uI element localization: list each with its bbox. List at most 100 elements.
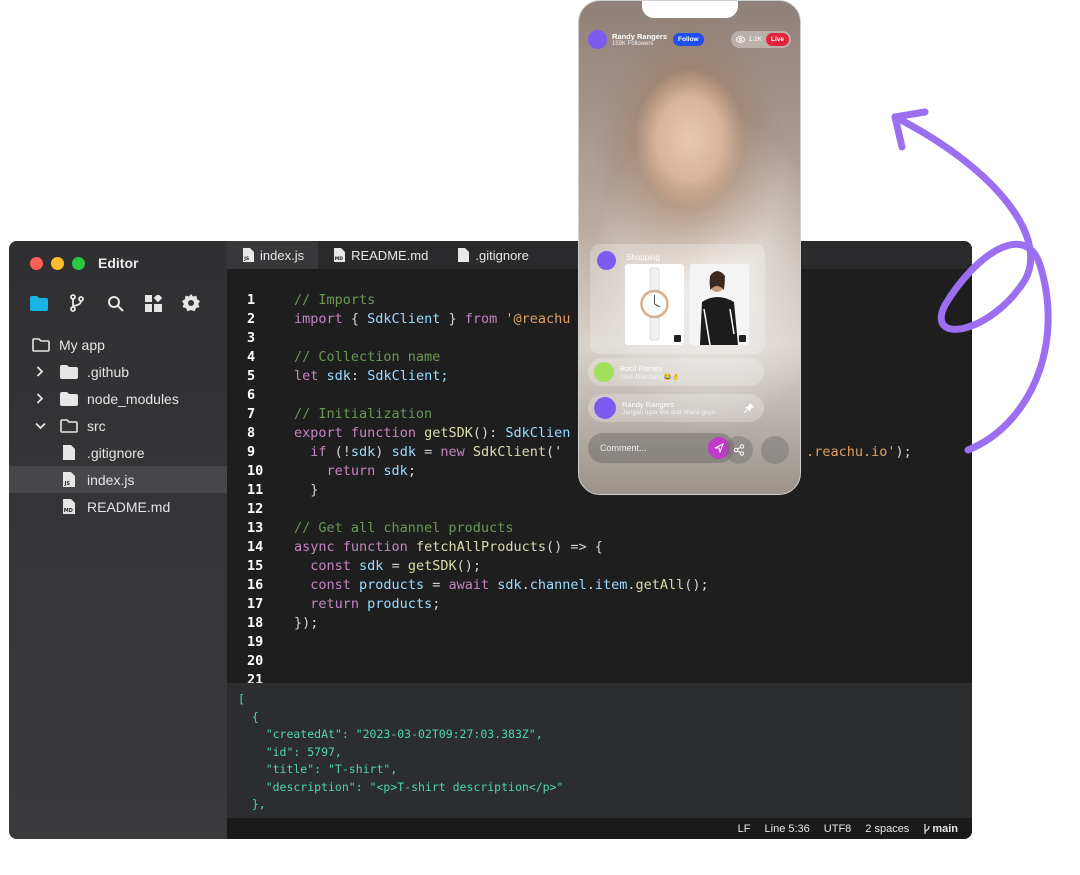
- sidebar: Editor My app .github node_modules src .giti…: [9, 241, 227, 839]
- extensions-icon[interactable]: [143, 293, 163, 313]
- git-branch-icon: [924, 823, 930, 834]
- code-token: products: [367, 596, 433, 612]
- code-text: });: [294, 614, 318, 633]
- code-token: const: [294, 558, 351, 574]
- search-icon[interactable]: [105, 293, 125, 313]
- tree-item-label: index.js: [87, 471, 135, 488]
- code-token: }: [440, 311, 465, 327]
- code-text: }: [294, 481, 318, 500]
- tab-gitignore[interactable]: .gitignore: [442, 241, 542, 269]
- line-number: 2: [247, 311, 256, 327]
- code-token: channel: [529, 577, 587, 593]
- status-position[interactable]: Line 5:36: [765, 823, 810, 835]
- code-token: function: [342, 539, 408, 555]
- line-number: 13: [247, 520, 264, 536]
- svg-text:JS: JS: [243, 256, 249, 262]
- output-line: [: [238, 692, 245, 706]
- tree-item-label: .github: [87, 363, 130, 380]
- git-branch-icon[interactable]: [67, 293, 87, 313]
- host-info: Randy Rangers 159K Followers: [612, 32, 667, 47]
- tab-readme-md[interactable]: MD README.md: [318, 241, 442, 269]
- tree-item-my-app[interactable]: My app: [9, 331, 227, 358]
- code-token: export: [294, 425, 343, 441]
- status-branch[interactable]: main: [923, 823, 958, 835]
- more-button[interactable]: [761, 436, 789, 464]
- chevron-down-icon[interactable]: [33, 422, 47, 430]
- line-number: 12: [247, 501, 264, 517]
- line-number: 18: [247, 615, 264, 631]
- share-icon: [733, 444, 745, 456]
- share-button[interactable]: [725, 436, 753, 464]
- chat-text: Jangan lupa like and share guys: [622, 409, 716, 416]
- file-tree: My app .github node_modulessrc .gitignore JS…: [9, 331, 227, 520]
- line-number: 9: [247, 444, 256, 460]
- shopping-panel: Shopping: [590, 244, 765, 354]
- gear-icon[interactable]: [181, 293, 201, 313]
- svg-text:MD: MD: [335, 256, 343, 262]
- code-text: import { SdkClient } from '@reachu: [294, 310, 570, 329]
- code-text: // Imports: [294, 291, 375, 310]
- line-number: 1: [247, 292, 256, 308]
- status-encoding[interactable]: UTF8: [824, 823, 852, 835]
- output-line: "description": "<p>T-shirt description</…: [238, 779, 564, 794]
- comment-input[interactable]: Comment...: [588, 433, 734, 463]
- line-number: 14: [247, 539, 264, 555]
- code-token: await: [448, 577, 490, 593]
- shopping-label: Shopping: [626, 253, 660, 262]
- tab-index-js[interactable]: JS index.js: [227, 241, 319, 269]
- pin-icon[interactable]: [744, 403, 754, 413]
- md-file-icon: MD: [334, 248, 346, 262]
- code-text: export function getSDK(): SdkClien: [294, 424, 570, 443]
- line-number: 10: [247, 463, 264, 479]
- folder-icon[interactable]: [29, 293, 49, 313]
- code-token: getAll: [635, 577, 685, 593]
- follower-count: 159K Followers: [612, 40, 654, 47]
- close-window-button[interactable]: [30, 257, 43, 270]
- tree-item-node-modules[interactable]: node_modules: [9, 385, 227, 412]
- code-text: const products = await sdk.channel.item.…: [294, 576, 708, 595]
- line-number: 16: [247, 577, 264, 593]
- sidebar-toolbar: [29, 293, 201, 313]
- status-eol[interactable]: LF: [738, 823, 751, 835]
- folder-icon: [59, 391, 79, 406]
- code-token: return: [294, 596, 360, 612]
- code-token: '@reachu: [497, 311, 571, 327]
- code-token: async: [294, 539, 335, 555]
- maximize-window-button[interactable]: [72, 257, 85, 270]
- tree-item-src[interactable]: src: [9, 412, 227, 439]
- tree-item-label: .gitignore: [87, 444, 145, 461]
- product-card-tshirt[interactable]: [690, 264, 749, 345]
- code-token: // Initialization: [294, 406, 433, 422]
- code-token: sdk: [350, 444, 376, 460]
- status-indent[interactable]: 2 spaces: [865, 823, 909, 835]
- tree-item-index-js[interactable]: JS index.js: [9, 466, 227, 493]
- send-icon: [714, 443, 724, 453]
- minimize-window-button[interactable]: [51, 257, 64, 270]
- code-token: getSDK: [424, 425, 473, 441]
- tree-item-label: src: [87, 417, 106, 434]
- avatar[interactable]: [588, 29, 607, 49]
- product-card-watch[interactable]: [625, 264, 684, 345]
- code-token: }: [294, 482, 319, 498]
- code-token: SdkClient;: [367, 368, 449, 384]
- chevron-right-icon[interactable]: [33, 366, 47, 377]
- output-line: "title": "T-shirt",: [238, 762, 398, 776]
- chat-text: Give Alok bang😂👌: [620, 373, 680, 381]
- follow-button[interactable]: Follow: [673, 32, 704, 46]
- tab-label: .gitignore: [475, 247, 529, 263]
- branch-name: main: [932, 822, 958, 835]
- svg-text:JS: JS: [64, 481, 71, 487]
- tree-item-gitignore[interactable]: .gitignore: [9, 439, 227, 466]
- chat-author: Bocil Rames: [620, 363, 663, 373]
- output-line: {: [238, 709, 259, 724]
- code-token: :: [350, 368, 368, 384]
- chevron-right-icon[interactable]: [33, 393, 47, 404]
- line-number: 17: [247, 596, 264, 612]
- tree-item-readme-md[interactable]: MD README.md: [9, 493, 227, 520]
- code-token: =: [424, 577, 449, 593]
- tree-item-github[interactable]: .github: [9, 358, 227, 385]
